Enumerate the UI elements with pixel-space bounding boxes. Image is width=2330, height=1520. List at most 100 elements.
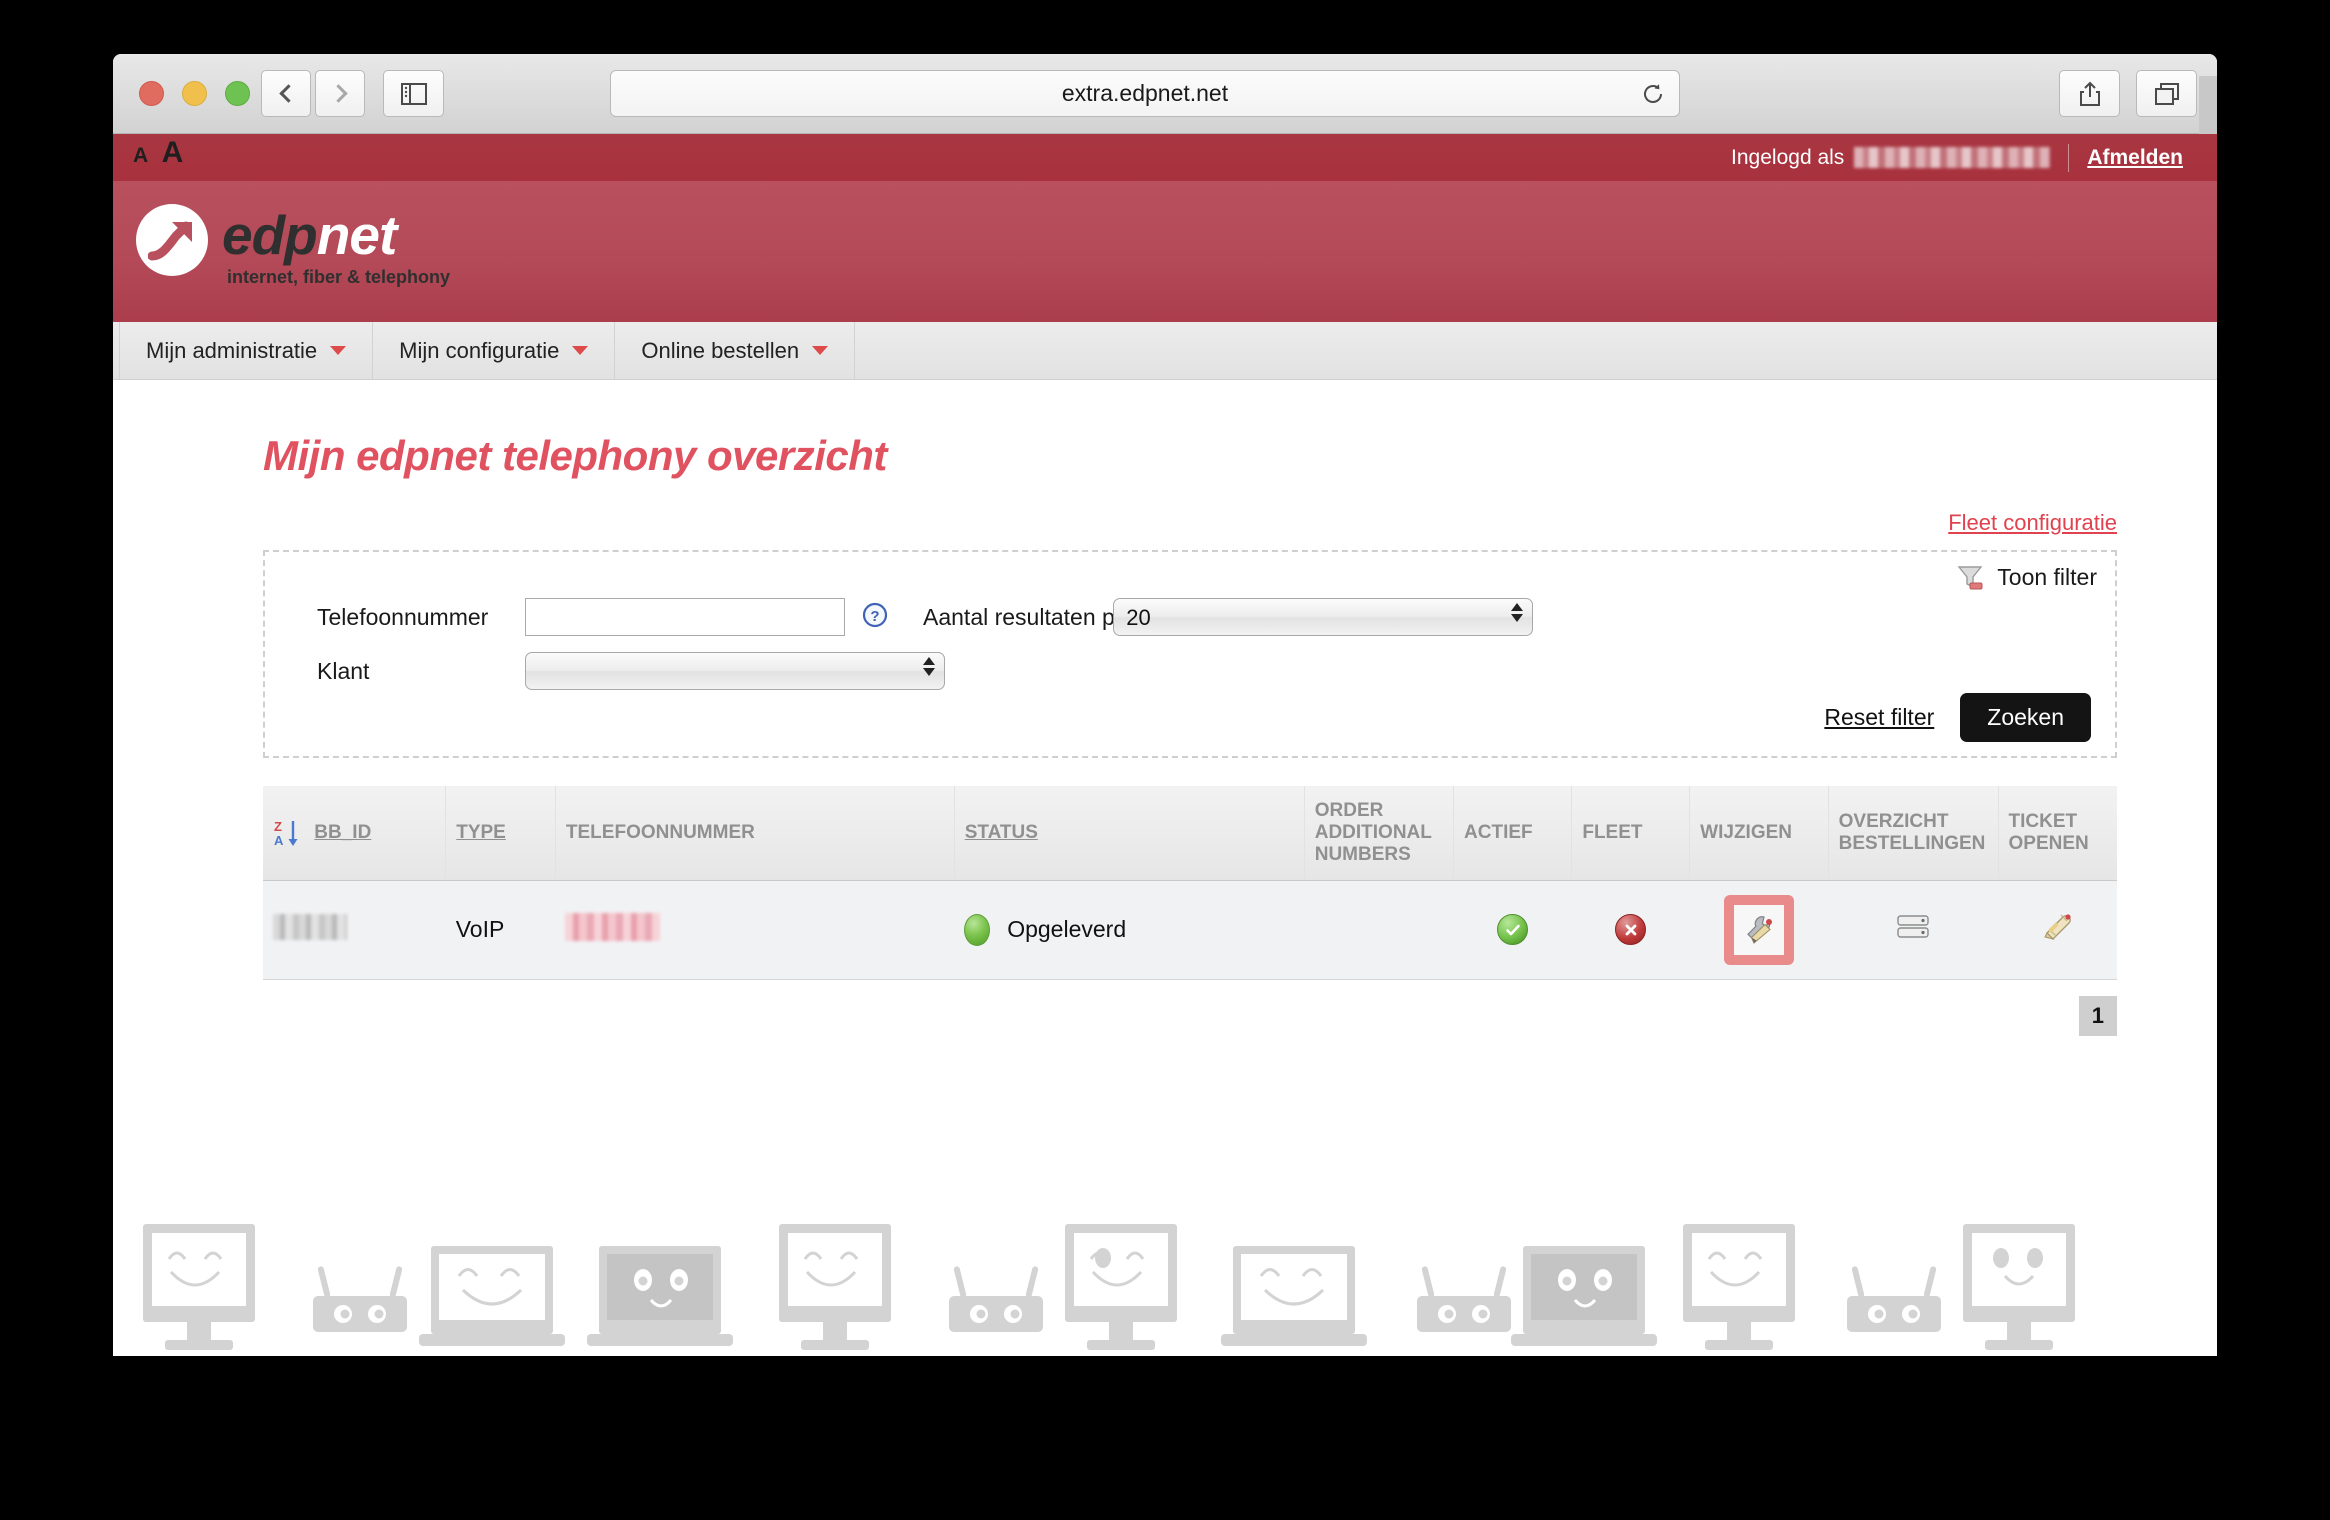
font-small-button[interactable]: A xyxy=(133,144,148,167)
chevron-down-icon xyxy=(330,346,347,355)
nav-item-mijn-administratie[interactable]: Mijn administratie xyxy=(119,322,374,379)
page-title: Mijn edpnet telephony overzicht xyxy=(263,432,887,479)
arrow-circle-icon xyxy=(148,221,192,261)
browser-titlebar: extra.edpnet.net + xyxy=(113,54,2217,134)
column-header-overzicht-bestellingen: OVERZICHT BESTELLINGEN xyxy=(1828,786,1999,881)
table-header-row: Z A BB_ID TYPE TELEFOONNUMMER STATUS ORD… xyxy=(263,786,2117,881)
green-orb-icon xyxy=(964,913,991,946)
column-header-status[interactable]: STATUS xyxy=(954,786,1305,881)
nav-item-mijn-configuratie[interactable]: Mijn configuratie xyxy=(373,322,616,379)
column-label: TYPE xyxy=(456,821,506,843)
klant-select[interactable] xyxy=(525,652,945,690)
svg-text:?: ? xyxy=(870,608,879,625)
filter-funnel-icon xyxy=(1957,566,1983,590)
reset-filter-link[interactable]: Reset filter xyxy=(1824,704,1934,731)
logo-mark xyxy=(136,204,208,276)
show-tabs-button[interactable] xyxy=(2136,70,2197,117)
svg-text:Z: Z xyxy=(274,819,282,834)
column-label: ACTIEF xyxy=(1464,821,1533,843)
cell-order-additional-numbers xyxy=(1304,880,1454,980)
forward-button[interactable] xyxy=(315,70,365,117)
telefoonnummer-redacted xyxy=(565,912,661,941)
overzicht-bestellingen-button[interactable] xyxy=(1896,914,1930,946)
ticket-pencil-icon xyxy=(2043,913,2071,940)
minimize-window-button[interactable] xyxy=(182,81,207,106)
table-header: Z A BB_ID TYPE TELEFOONNUMMER STATUS ORD… xyxy=(263,786,2117,881)
cell-type: VoIP xyxy=(445,880,556,980)
logout-link[interactable]: Afmelden xyxy=(2087,146,2183,170)
font-size-controls[interactable]: A A xyxy=(133,136,183,170)
column-label: FLEET xyxy=(1582,821,1643,843)
close-window-button[interactable] xyxy=(139,81,164,106)
smiling-devices-art xyxy=(143,1224,2075,1350)
reload-button[interactable] xyxy=(1641,82,1665,111)
main-content: Mijn edpnet telephony overzicht Fleet co… xyxy=(113,432,2217,1036)
column-label: TELEFOONNUMMER xyxy=(565,821,755,843)
klant-select-wrap xyxy=(525,652,945,690)
filter-actions: Reset filter Zoeken xyxy=(1824,693,2091,742)
filter-row-1: Telefoonnummer ? Aantal resultaten per 2… xyxy=(289,598,2091,636)
sort-za-icon[interactable]: Z A xyxy=(273,818,299,848)
cell-ticket-openen[interactable] xyxy=(1998,880,2117,980)
aantal-resultaten-label: Aantal resultaten per xyxy=(923,603,1136,630)
column-header-type[interactable]: TYPE xyxy=(445,786,556,881)
nav-item-online-bestellen[interactable]: Online bestellen xyxy=(615,322,856,379)
back-button[interactable] xyxy=(261,70,311,117)
chevron-right-icon xyxy=(328,84,348,103)
column-label: STATUS xyxy=(964,821,1038,843)
maximize-window-button[interactable] xyxy=(225,81,250,106)
username-redacted xyxy=(1854,147,2051,168)
fleet-configuratie-link[interactable]: Fleet configuratie xyxy=(1948,510,2117,535)
bb-id-redacted xyxy=(273,913,347,940)
cell-overzicht-bestellingen[interactable] xyxy=(1828,880,1998,980)
font-large-button[interactable]: A xyxy=(162,136,184,169)
footer-decoration xyxy=(113,1206,2217,1356)
wijzigen-button[interactable] xyxy=(1733,904,1784,955)
column-label: TICKET OPENEN xyxy=(2008,810,2089,854)
site-topbar: A A Ingelogd als Afmelden xyxy=(113,134,2217,181)
ticket-openen-button[interactable] xyxy=(2041,913,2075,948)
toon-filter-toggle[interactable]: Toon filter xyxy=(1955,562,2097,592)
help-button[interactable]: ? xyxy=(861,601,889,634)
cell-wijzigen[interactable] xyxy=(1689,880,1829,980)
logo-text: edpnet internet, fiber & telephony xyxy=(222,208,450,288)
logo-tagline: internet, fiber & telephony xyxy=(227,267,451,287)
server-list-icon xyxy=(1897,914,1929,938)
divider xyxy=(2068,143,2070,172)
cell-status: Opgeleverd xyxy=(954,880,1305,980)
column-header-bb-id[interactable]: Z A BB_ID xyxy=(263,786,447,881)
web-page: A A Ingelogd als Afmelden edpnet interne… xyxy=(113,134,2217,1356)
new-tab-button[interactable]: + xyxy=(2199,76,2217,134)
nav-label: Mijn administratie xyxy=(146,337,318,363)
address-bar[interactable]: extra.edpnet.net xyxy=(610,70,1680,117)
svg-text:A: A xyxy=(274,833,284,848)
pagination: 1 xyxy=(151,995,2117,1036)
sidebar-toggle-button[interactable] xyxy=(383,70,444,117)
klant-label: Klant xyxy=(317,657,370,684)
column-label: WIJZIGEN xyxy=(1700,821,1793,843)
column-header-actief: ACTIEF xyxy=(1453,786,1573,881)
sidebar-icon xyxy=(400,82,427,105)
nav-label: Mijn configuratie xyxy=(399,337,560,363)
sort-descending-icon: Z A xyxy=(274,819,298,848)
telefoonnummer-input[interactable] xyxy=(525,598,845,636)
filter-panel: Toon filter Telefoonnummer ? Aantal resu… xyxy=(263,550,2117,758)
edpnet-logo[interactable]: edpnet internet, fiber & telephony xyxy=(136,204,450,288)
chevron-down-icon xyxy=(812,346,829,355)
column-label: OVERZICHT BESTELLINGEN xyxy=(1838,810,1986,854)
cell-actief xyxy=(1453,880,1572,980)
logged-in-label: Ingelogd als xyxy=(1731,145,1845,169)
column-header-telefoonnummer: TELEFOONNUMMER xyxy=(555,786,955,881)
status-label: Opgeleverd xyxy=(1007,916,1127,943)
column-header-fleet: FLEET xyxy=(1571,786,1691,881)
zoeken-button[interactable]: Zoeken xyxy=(1960,693,2091,742)
pagination-current-page[interactable]: 1 xyxy=(2078,995,2117,1036)
aantal-resultaten-select[interactable]: 20 xyxy=(1113,598,1534,636)
aantal-resultaten-select-wrap: 20 xyxy=(1113,598,1534,636)
cell-telefoonnummer xyxy=(555,880,955,980)
toon-filter-label: Toon filter xyxy=(1997,563,2097,590)
url-text: extra.edpnet.net xyxy=(1061,80,1229,106)
window-controls xyxy=(139,81,250,106)
table-row: VoIP Opgeleverd xyxy=(263,880,2117,980)
share-button[interactable] xyxy=(2059,70,2120,117)
